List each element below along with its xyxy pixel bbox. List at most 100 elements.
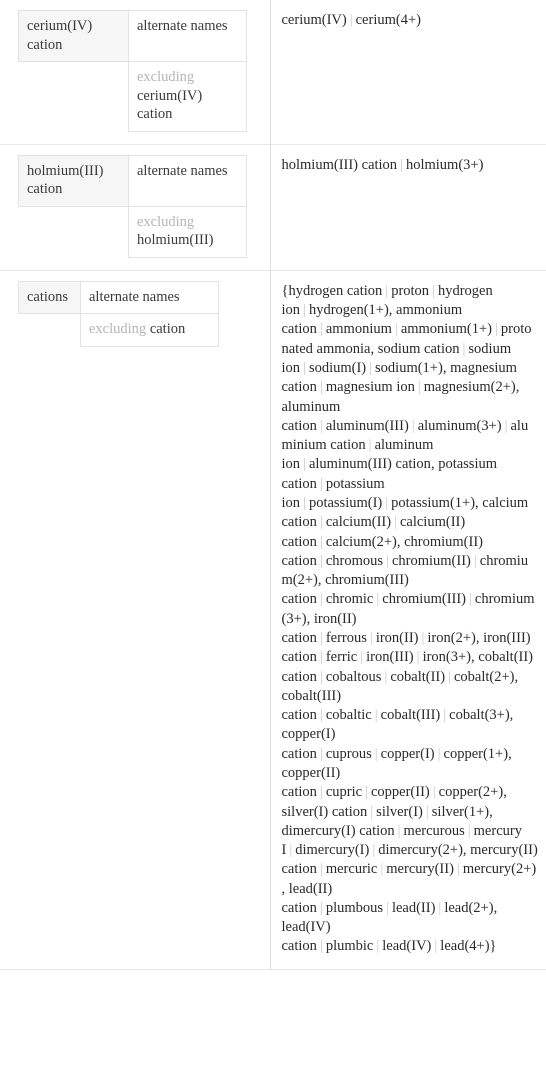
name-separator: | bbox=[369, 629, 373, 646]
name-separator: | bbox=[319, 475, 323, 492]
alternate-name: dimercury(2+) bbox=[378, 842, 463, 859]
alternate-name: holmium(III) cation bbox=[281, 156, 398, 173]
name-separator: | bbox=[380, 861, 384, 878]
name-separator: | bbox=[494, 321, 498, 338]
name-separator: | bbox=[400, 156, 403, 173]
query-property-table: cerium(IV) cation alternate names excludi… bbox=[18, 9, 247, 132]
entity-label-cell[interactable]: cerium(IV) cation bbox=[18, 9, 129, 63]
name-separator: | bbox=[319, 417, 323, 434]
alternate-name: lead(2+) bbox=[444, 899, 494, 916]
alternate-name: plumbous bbox=[325, 899, 384, 916]
name-separator: | bbox=[349, 12, 353, 28]
alternate-name: sodium cation bbox=[377, 340, 460, 357]
property-row: cerium(IV) cation alternate names bbox=[18, 9, 247, 63]
exclusion-prefix: excluding bbox=[137, 69, 195, 86]
name-separator: | bbox=[289, 842, 293, 859]
name-separator: | bbox=[319, 629, 323, 646]
exclusion-cell[interactable]: excluding holmium(III) bbox=[128, 205, 247, 258]
entity-label-cell[interactable]: cations bbox=[18, 280, 81, 315]
property-label-cell[interactable]: alternate names bbox=[80, 280, 219, 315]
alternate-name: mercuric bbox=[325, 861, 378, 878]
alternate-name: cerium(IV) bbox=[281, 12, 347, 28]
alternate-name: silver(I) cation bbox=[281, 803, 368, 820]
alternate-name: cobalt(III) bbox=[380, 707, 441, 724]
alternate-name: cobaltic bbox=[325, 707, 372, 724]
name-separator: | bbox=[374, 707, 378, 724]
alternate-name: chromous bbox=[325, 552, 384, 569]
alternate-name: lead(4+) bbox=[440, 938, 490, 955]
alternate-name: copper(I) bbox=[380, 745, 435, 762]
name-separator: | bbox=[319, 591, 323, 608]
alternate-name: potassium(1+) bbox=[391, 495, 476, 512]
alternate-name: potassium(I) bbox=[308, 495, 383, 512]
alternate-name: cerium(4+) bbox=[355, 12, 421, 28]
name-separator: | bbox=[384, 668, 388, 685]
name-separator: | bbox=[370, 803, 374, 820]
alternate-name: plumbic bbox=[325, 938, 374, 955]
alternate-name: sodium(1+) bbox=[375, 360, 443, 377]
alternate-name: proton bbox=[391, 282, 430, 299]
alternate-name: iron(II) bbox=[375, 629, 419, 646]
property-row: holmium(III) cation alternate names bbox=[18, 154, 247, 207]
name-separator: | bbox=[416, 649, 420, 666]
name-separator: | bbox=[319, 533, 323, 550]
alternate-name: calcium(2+) bbox=[325, 533, 397, 550]
name-separator: | bbox=[504, 417, 508, 434]
alternate-name: calcium(II) bbox=[325, 514, 392, 531]
name-separator: | bbox=[386, 552, 389, 569]
name-separator: | bbox=[438, 899, 442, 916]
name-separator: | bbox=[365, 784, 368, 801]
alternate-name: copper(II) bbox=[370, 784, 430, 801]
alternate-name: dimercury(I) bbox=[295, 842, 370, 859]
name-separator: | bbox=[432, 282, 435, 299]
alternate-name: silver(I) bbox=[376, 803, 423, 820]
alternate-name: hydrogen cation bbox=[288, 282, 383, 299]
entity-label-cell[interactable]: holmium(III) cation bbox=[18, 154, 129, 207]
name-separator: | bbox=[473, 552, 477, 569]
query-cell: cations alternate names excluding cation bbox=[0, 270, 271, 970]
name-separator: | bbox=[319, 707, 323, 724]
exclusion-cell[interactable]: excluding cation bbox=[80, 313, 219, 348]
alternate-name: ferrous bbox=[325, 629, 367, 646]
name-separator: | bbox=[394, 321, 398, 338]
name-separator: | bbox=[394, 514, 397, 531]
alternate-name: cobaltous bbox=[325, 668, 382, 685]
alternate-name: cupric bbox=[325, 784, 363, 801]
name-separator: | bbox=[303, 360, 306, 377]
result-row: cerium(IV) cation alternate names excludi… bbox=[0, 0, 546, 145]
query-property-table: cations alternate names excluding cation bbox=[18, 280, 219, 348]
exclusion-cell[interactable]: excluding cerium(IV) cation bbox=[128, 61, 247, 132]
name-separator: | bbox=[374, 745, 378, 762]
alternate-name: sodium(I) bbox=[308, 360, 367, 377]
name-separator: | bbox=[319, 321, 323, 338]
alternate-names-cell: cerium(IV) | cerium(4+) bbox=[270, 0, 546, 144]
name-separator: | bbox=[369, 360, 373, 377]
result-rows: cerium(IV) cation alternate names excludi… bbox=[0, 0, 546, 970]
exclusion-prefix: excluding bbox=[89, 321, 147, 338]
name-separator: | bbox=[319, 649, 323, 666]
name-separator: | bbox=[319, 899, 323, 916]
name-separator: | bbox=[303, 302, 306, 319]
name-separator: | bbox=[437, 745, 441, 762]
alternate-name: mercurous bbox=[403, 822, 465, 839]
alternate-name: cuprous bbox=[325, 745, 372, 762]
alternate-name: aluminum(III) bbox=[325, 417, 409, 434]
alternate-name: lead(II) bbox=[391, 899, 436, 916]
alternate-name: mercury(II) bbox=[386, 861, 454, 878]
query-property-table: holmium(III) cation alternate names exclu… bbox=[18, 154, 247, 258]
alternate-name: aluminum(3+) bbox=[417, 417, 502, 434]
exclusion-term: cerium(IV) cation bbox=[137, 87, 203, 123]
name-separator: | bbox=[319, 938, 323, 955]
alternate-name: holmium(3+) bbox=[405, 156, 484, 173]
spacer-cell bbox=[19, 62, 129, 132]
query-cell: cerium(IV) cation alternate names excludi… bbox=[0, 0, 271, 145]
alternate-name: aluminum(III) cation bbox=[308, 456, 431, 473]
property-row: cations alternate names bbox=[18, 280, 219, 315]
property-label-cell[interactable]: alternate names bbox=[128, 9, 247, 63]
alternate-name: magnesium ion bbox=[325, 379, 415, 396]
name-separator: | bbox=[303, 456, 306, 473]
property-label-cell[interactable]: alternate names bbox=[128, 154, 247, 207]
alternate-name: silver(1+) bbox=[431, 803, 490, 820]
name-separator: | bbox=[303, 495, 306, 512]
alternate-name: ammonium(1+) bbox=[400, 321, 492, 338]
